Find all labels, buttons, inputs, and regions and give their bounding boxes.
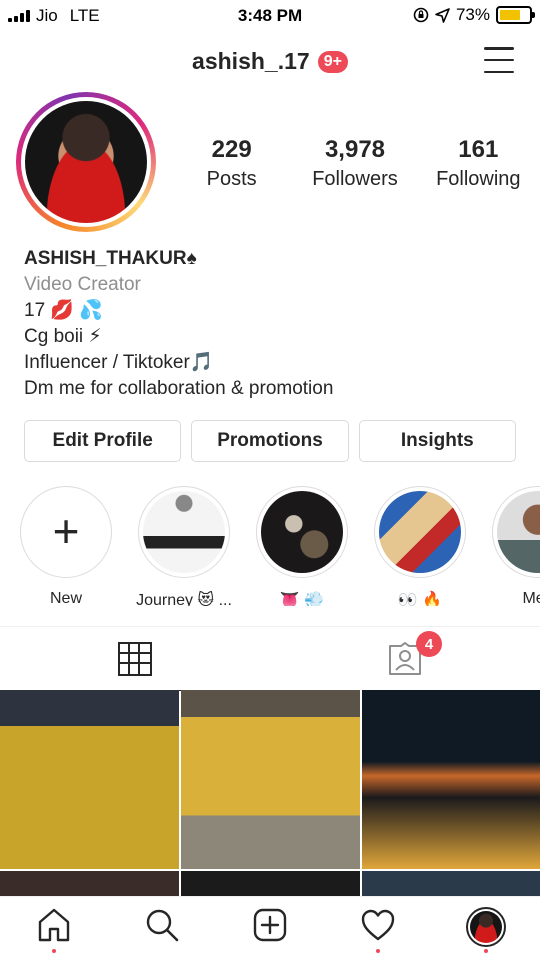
nav-create[interactable] [246,907,294,955]
posts-grid [0,690,540,896]
tab-grid[interactable] [0,627,270,691]
home-icon [38,908,70,942]
profile-tabs: 4 [0,626,540,691]
insights-button[interactable]: Insights [358,420,516,462]
following-stat[interactable]: 161 Following [421,136,536,191]
notification-dot [52,949,56,953]
profile-bio: ASHISH_THAKUR♠ Video Creator 17 💋 💦 Cg b… [24,246,524,402]
edit-profile-button[interactable]: Edit Profile [24,420,182,462]
profile-category: Video Creator [24,274,141,295]
profile-avatar[interactable] [16,92,156,232]
followers-stat[interactable]: 3,978 Followers [297,136,412,191]
highlight-cover [143,491,225,573]
post-thumbnail[interactable] [0,871,179,896]
following-label: Following [436,168,521,190]
posts-label: Posts [206,168,257,190]
promotions-button[interactable]: Promotions [191,420,349,462]
bio-line: Dm me for collaboration & promotion [24,378,334,399]
avatar-photo [25,101,147,223]
username-title[interactable]: ashish_.17 [192,48,310,75]
nav-home[interactable] [30,907,78,955]
highlight-cover [261,491,343,573]
highlight-new[interactable]: + New [16,486,116,606]
grid-icon [118,642,152,676]
highlight-item[interactable]: 👀 🔥 [370,486,470,606]
following-count: 161 [458,136,499,163]
bio-line: Cg boii ⚡ [24,326,102,347]
highlight-label: 👀 🔥 [397,592,443,606]
highlight-label: New [49,590,82,606]
battery-icon [496,6,535,24]
bottom-navigation [0,896,540,960]
tab-tagged[interactable]: 4 [270,627,540,691]
orientation-lock-icon [413,7,429,23]
highlight-cover [379,491,461,573]
plus-icon: + [52,505,80,557]
hamburger-menu-icon[interactable] [484,47,514,73]
status-bar: Jio LTE 3:48 PM 73% [0,0,540,32]
highlight-item[interactable]: Journey 😻 ... [134,486,234,606]
followers-count: 3,978 [324,136,386,163]
notification-badge[interactable]: 9+ [317,50,348,73]
post-thumbnail[interactable] [362,690,540,869]
battery-percent: 73% [455,5,490,24]
profile-avatar-icon [466,907,506,947]
highlight-cover [497,491,540,573]
profile-actions: Edit Profile Promotions Insights [24,420,516,462]
highlight-label: Journey 😻 ... [136,592,232,606]
heart-icon [361,909,395,941]
bio-line: 17 💋 💦 [24,300,104,321]
post-thumbnail[interactable] [181,871,360,896]
location-arrow-icon [435,7,450,23]
search-icon [146,909,179,942]
posts-count: 229 [211,136,252,163]
highlight-label: 👅 💨 [279,592,325,606]
tagged-count-badge: 4 [416,631,442,657]
posts-stat[interactable]: 229 Posts [174,136,289,191]
nav-profile[interactable] [462,907,510,955]
profile-stats: 229 Posts 3,978 Followers 161 Following [170,136,540,191]
profile-header: ashish_.17 9+ [0,40,540,84]
highlight-label: Meh [522,590,540,606]
post-thumbnail[interactable] [0,690,179,869]
post-thumbnail[interactable] [362,871,540,896]
followers-label: Followers [312,168,398,190]
bio-line: Influencer / Tiktoker🎵 [24,352,214,373]
story-highlights: + New Journey 😻 ... 👅 💨 👀 🔥 Meh [0,486,540,606]
notification-dot [376,949,380,953]
highlight-item[interactable]: Meh [488,486,540,606]
notification-dot [484,949,488,953]
display-name: ASHISH_THAKUR♠ [24,248,197,269]
add-post-icon [253,908,287,942]
post-thumbnail[interactable] [181,690,360,869]
nav-activity[interactable] [354,907,402,955]
nav-search[interactable] [138,907,186,955]
highlight-item[interactable]: 👅 💨 [252,486,352,606]
